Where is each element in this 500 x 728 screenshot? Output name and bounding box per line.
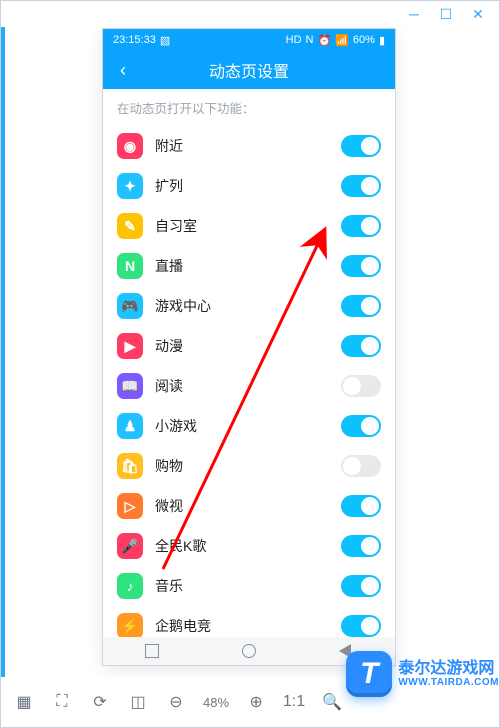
grid-icon[interactable]: ▦ [13,691,35,713]
rotate-icon[interactable]: ⟳ [89,691,111,713]
setting-label: 音乐 [155,576,341,596]
app-icon: ⚡ [117,613,143,637]
setting-label: 游戏中心 [155,296,341,316]
setting-label: 自习室 [155,216,341,236]
zoom-in-icon[interactable]: ⊕ [245,691,267,713]
toggle-switch[interactable] [341,455,381,477]
setting-row: 🎮 游戏中心 [103,286,395,326]
toggle-switch[interactable] [341,575,381,597]
zoom-out-icon[interactable]: ⊖ [165,691,187,713]
search-icon[interactable]: 🔍 [321,691,343,713]
minimize-button[interactable]: ─ [399,5,429,23]
maximize-button[interactable]: ☐ [431,5,461,23]
back-button[interactable]: ‹ [103,60,143,81]
app-icon: ♟ [117,413,143,439]
toggle-switch[interactable] [341,375,381,397]
window-titlebar: ─ ☐ ✕ [1,1,499,27]
toggle-switch[interactable] [341,175,381,197]
setting-row: ⚡ 企鹅电竞 [103,606,395,637]
toggle-switch[interactable] [341,255,381,277]
toggle-switch[interactable] [341,335,381,357]
setting-label: 扩列 [155,176,341,196]
watermark-text-en: WWW.TAIRDA.COM [398,677,499,688]
settings-list: 在动态页打开以下功能： ◉ 附近 ✦ 扩列 ✎ 自习室 N 直播 🎮 游戏中心 ▶ 动漫 📖 阅读 ♟ 小游戏… [103,89,395,637]
crop-icon[interactable]: ◫ [127,691,149,713]
setting-label: 动漫 [155,336,341,356]
setting-row: 📖 阅读 [103,366,395,406]
setting-row: ✦ 扩列 [103,166,395,206]
statusbar-hd: HD [286,34,302,46]
app-icon: ✎ [117,213,143,239]
statusbar-time: 23:15:33 [113,34,156,46]
statusbar-alarm-icon: ⏰ [318,34,332,47]
toggle-switch[interactable] [341,415,381,437]
toggle-switch[interactable] [341,615,381,637]
statusbar-notif-icon: ▧ [160,34,170,47]
statusbar-battery: 60% [353,34,375,46]
phone-screenshot: 23:15:33 ▧ HD N ⏰ 📶 60% ▮ ‹ 动态页设置 在动态页打开… [103,29,395,665]
app-icon: 📖 [117,373,143,399]
watermark: T 泰尔达游戏网 WWW.TAIRDA.COM [346,651,499,697]
toggle-switch[interactable] [341,495,381,517]
toggle-switch[interactable] [341,535,381,557]
close-button[interactable]: ✕ [463,5,493,23]
toggle-switch[interactable] [341,295,381,317]
setting-row: ◉ 附近 [103,126,395,166]
setting-label: 阅读 [155,376,341,396]
setting-row: ▷ 微视 [103,486,395,526]
statusbar-nfc-icon: N [306,34,314,46]
app-icon: 🎮 [117,293,143,319]
fit-icon[interactable]: ⛶ [51,691,73,713]
app-icon: ✦ [117,173,143,199]
page-title: 动态页设置 [103,58,395,82]
setting-row: 🛍 购物 [103,446,395,486]
setting-row: ♟ 小游戏 [103,406,395,446]
toggle-switch[interactable] [341,215,381,237]
setting-row: 🎤 全民K歌 [103,526,395,566]
zoom-percent: 48% [203,695,229,710]
setting-label: 购物 [155,456,341,476]
section-label: 在动态页打开以下功能： [103,89,395,126]
setting-row: ♪ 音乐 [103,566,395,606]
nav-home-button[interactable] [242,644,256,658]
phone-statusbar: 23:15:33 ▧ HD N ⏰ 📶 60% ▮ [103,29,395,51]
watermark-text-cn: 泰尔达游戏网 [398,660,499,678]
nav-recent-button[interactable] [145,644,159,658]
app-icon: 🎤 [117,533,143,559]
setting-label: 附近 [155,136,341,156]
setting-label: 全民K歌 [155,536,341,556]
statusbar-signal-icon: 📶 [335,34,349,47]
image-viewer-canvas: 23:15:33 ▧ HD N ⏰ 📶 60% ▮ ‹ 动态页设置 在动态页打开… [5,27,499,677]
statusbar-battery-icon: ▮ [379,34,385,47]
app-icon: 🛍 [117,453,143,479]
appbar: ‹ 动态页设置 [103,51,395,89]
actual-size-icon[interactable]: 1:1 [283,691,305,713]
app-icon: ♪ [117,573,143,599]
app-icon: N [117,253,143,279]
setting-label: 微视 [155,496,341,516]
setting-label: 小游戏 [155,416,341,436]
watermark-badge: T [346,651,392,697]
setting-label: 直播 [155,256,341,276]
toggle-switch[interactable] [341,135,381,157]
app-icon: ▶ [117,333,143,359]
app-icon: ▷ [117,493,143,519]
setting-label: 企鹅电竞 [155,616,341,636]
app-icon: ◉ [117,133,143,159]
setting-row: ▶ 动漫 [103,326,395,366]
setting-row: ✎ 自习室 [103,206,395,246]
setting-row: N 直播 [103,246,395,286]
